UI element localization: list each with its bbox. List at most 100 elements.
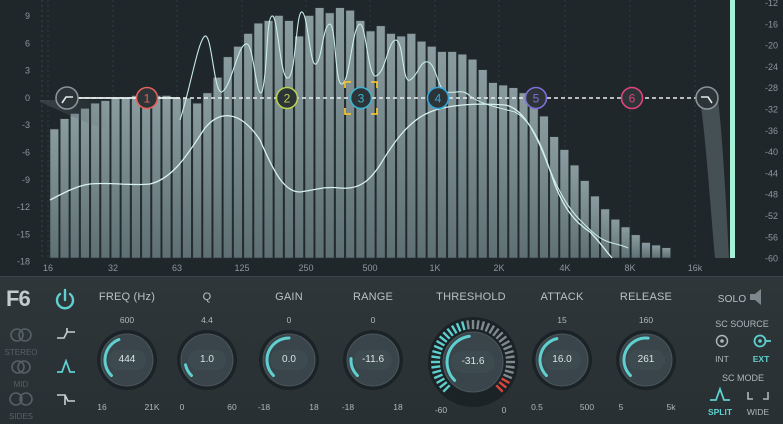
right-scale-label: -12 [765,0,778,8]
range-max: 18 [393,402,403,412]
analyzer-bar [447,51,457,259]
analyzer-bar [386,33,396,259]
analyzer-bar [141,95,151,259]
analyzer-bar [355,20,365,259]
release-knob[interactable]: 261 [615,329,677,391]
threshold-label: THRESHOLD [436,291,506,303]
right-scale-label: -44 [765,168,778,178]
shelf-filter-icon [57,328,75,339]
q-knob[interactable]: 1.0 [176,329,238,391]
gain-knob[interactable]: 0.0 [258,329,320,391]
release-max: 5k [666,402,676,412]
analyzer-bar [427,46,437,259]
stereo-mode-button[interactable]: STEREO [4,327,38,357]
range-label: RANGE [352,291,394,303]
threshold-value: -31.6 [451,351,495,373]
sides-mode-button[interactable]: SIDES [4,391,38,421]
left-scale-label: -9 [22,175,30,185]
freq-knob[interactable]: 444 [96,329,158,391]
analyzer-bar [294,35,304,259]
analyzer-bar [110,97,121,259]
sc-split-button[interactable]: SPLIT [706,386,734,418]
range-top-value: 0 [370,315,376,325]
filter-shelf-button[interactable] [56,327,76,343]
analyzer-bar [631,234,641,259]
freq-value: 444 [108,350,146,370]
sc-ext-label: EXT [752,354,770,364]
right-scale-label: -16 [765,19,778,29]
analyzer-bar [172,97,182,259]
right-scale-label: -56 [765,232,778,242]
analyzer-bar [661,247,671,259]
freq-scale-label: 125 [234,263,249,273]
stereo-icon [10,328,32,342]
eq-band-5-node[interactable]: 5 [524,86,548,110]
attack-min: 0.5 [531,402,543,412]
mid-label: MID [13,380,29,389]
threshold-knob[interactable]: -31.6 [427,316,519,408]
sc-source-title: SC SOURCE [715,319,769,329]
f6-logo: F6 [6,286,31,311]
sc-ext-button[interactable]: EXT [748,333,774,365]
eq-band-4-node[interactable]: 4 [426,86,450,110]
eq-band-2-node[interactable]: 2 [275,86,299,110]
eq-band-6-node[interactable]: 6 [620,86,644,110]
right-scale-label: -48 [765,190,778,200]
int-radio-icon [715,334,729,348]
attack-label: ATTACK [540,291,584,303]
left-scale-label: -6 [22,148,30,158]
right-scale-label: -24 [765,62,778,72]
freq-scale-label: 32 [108,263,118,273]
range-knob[interactable]: -11.6 [342,329,404,391]
bell-filter-icon [57,358,75,373]
analyzer-bar [182,97,192,259]
analyzer-bar [80,108,90,259]
analyzer-bar [345,10,355,259]
eq-band-number: 1 [144,92,151,106]
low-cut-node[interactable] [55,86,79,110]
right-scale-label: -52 [765,211,778,221]
attack-top-value: 15 [557,315,567,325]
analyzer-bar [569,164,580,259]
sc-wide-button[interactable]: WIDE [744,386,772,418]
eq-band-number: 5 [533,92,540,106]
eq-display[interactable]: 9 6 3 0 -3 -6 -9 -12 -15 -18 16 32 63 125 250 500 1K 2K 4K… [0,0,783,276]
left-scale-label: -15 [17,229,30,239]
left-scale-label: -12 [17,202,30,212]
analyzer-bar [539,115,549,259]
ext-radio-icon [753,334,771,348]
left-scale-label: 3 [25,66,30,76]
release-min: 5 [618,402,624,412]
eq-band-number: 6 [629,92,636,106]
analyzer-bar [274,15,284,259]
q-value: 1.0 [188,350,226,370]
analyzer-bar [498,84,508,259]
eq-graph[interactable]: 9630-3-6-9-12-15-1816 32 63 125 250 500 1K 2K 4K… [0,0,783,276]
solo-label: SOLO [717,294,747,305]
attack-knob[interactable]: 16.0 [531,329,593,391]
sc-int-button[interactable]: INT [710,333,734,365]
analyzer-bar [233,46,243,259]
high-cut-node[interactable] [695,86,719,110]
right-scale-label: -20 [765,41,778,51]
mid-mode-button[interactable]: MID [4,359,38,389]
analyzer-bar [192,102,202,259]
analyzer-bar [580,180,590,259]
filter-notch-button[interactable] [56,391,76,407]
solo-button[interactable] [747,286,767,308]
freq-scale-label: 2K [493,263,504,273]
q-top-value: 4.4 [201,315,213,325]
right-scale-label: -36 [765,126,778,136]
freq-scale-label: 4K [559,263,570,273]
eq-band-1-node[interactable]: 1 [135,86,159,110]
release-top-value: 160 [638,315,654,325]
power-button[interactable] [52,287,78,313]
analyzer-bar [151,95,161,259]
analyzer-bar [376,25,386,259]
speaker-icon [750,289,761,305]
analyzer-bar [49,128,59,259]
filter-bell-button[interactable] [56,358,76,375]
sc-mode-title: SC MODE [721,373,764,383]
left-scale-label: -3 [22,120,30,130]
analyzer-bar [284,20,294,259]
